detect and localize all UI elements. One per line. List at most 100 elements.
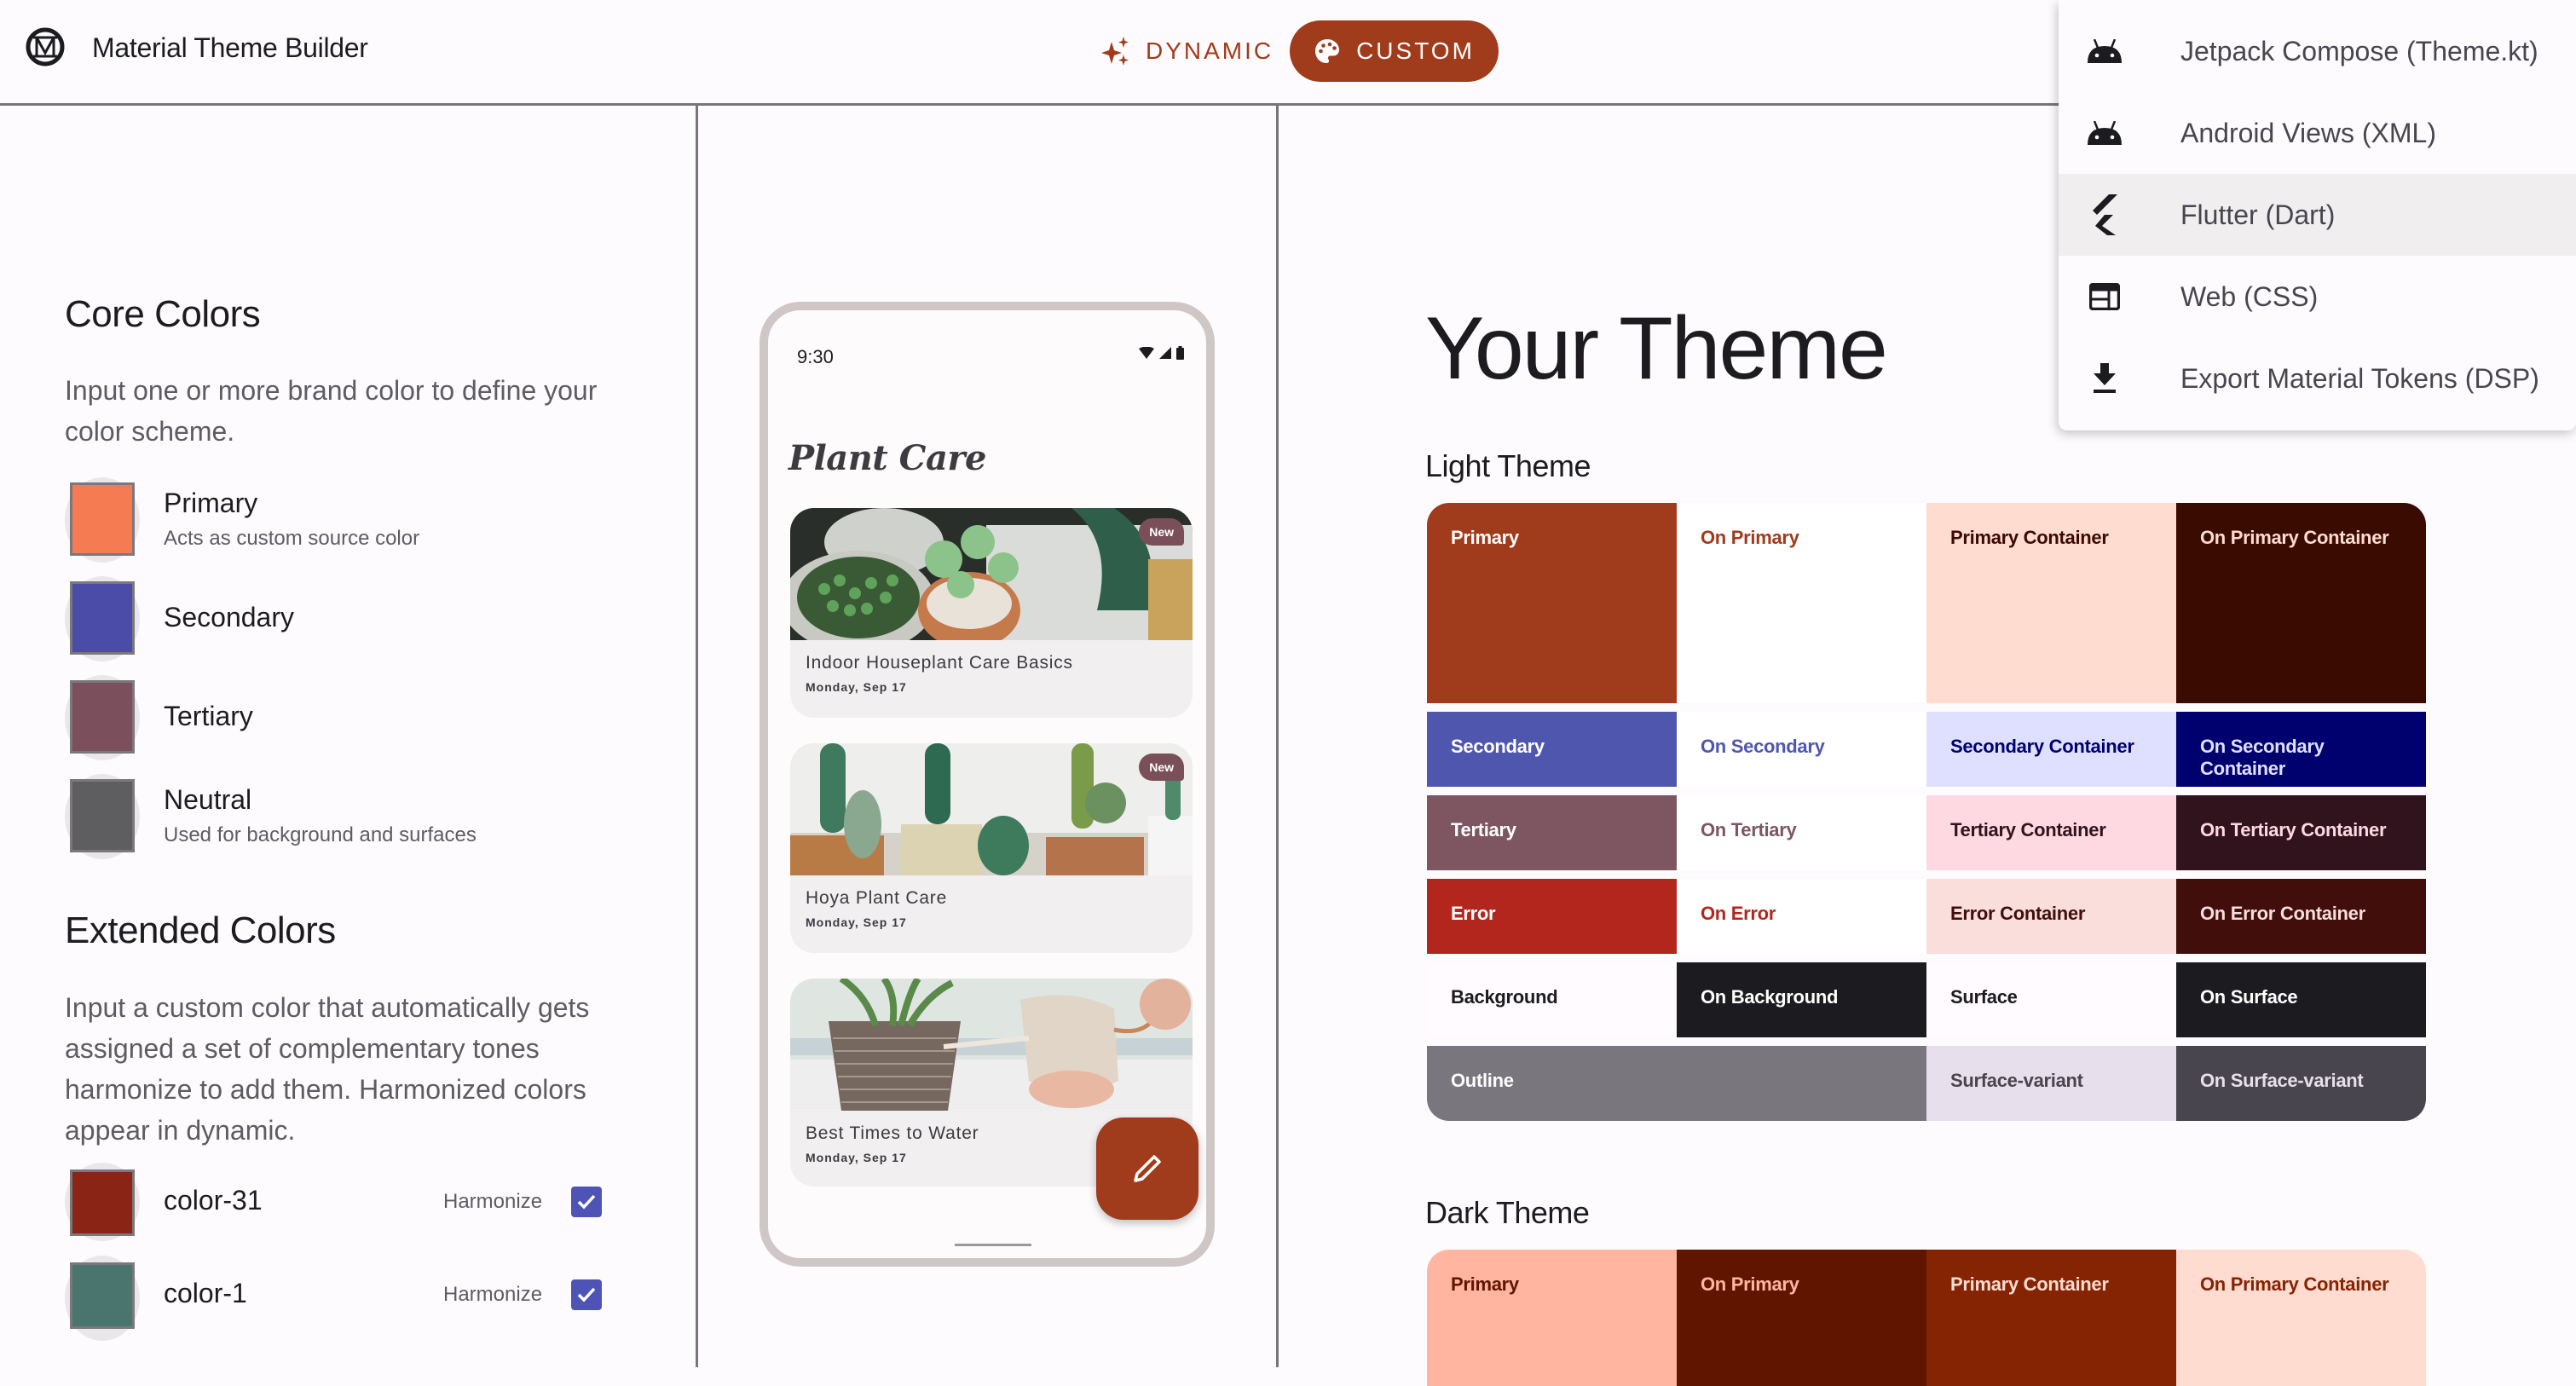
harmonize-checkbox[interactable] [571,1187,602,1217]
harmonize-checkbox[interactable] [571,1279,602,1310]
panel-divider-left [696,106,698,1367]
color-tile-surface[interactable]: Surface [1926,962,2176,1037]
plant-care-title: Plant Care [788,438,986,478]
tertiary-color-swatch[interactable] [70,680,135,754]
battery-icon [1176,346,1184,360]
color-tile-error[interactable]: Error [1427,879,1677,954]
color-tile-surface-variant[interactable]: Surface-variant [1926,1046,2176,1121]
color-tile-outline[interactable]: Outline [1427,1046,1926,1121]
color-tile-primary[interactable]: Primary [1427,503,1677,703]
menu-item-label: Android Views (XML) [2180,117,2436,148]
download-icon [2084,358,2125,399]
menu-item-android-views[interactable]: Android Views (XML) [2059,92,2576,174]
status-time: 9:30 [797,346,834,367]
new-badge: New [1139,518,1184,546]
status-icons [1139,346,1184,360]
core-color-row-primary[interactable]: Primary Acts as custom source color [65,477,627,563]
color-tile-on-primary-container[interactable]: On Primary Container [2176,1250,2426,1386]
extended-colors-description: Input a custom color that automatically … [65,992,590,1146]
dynamic-mode-button[interactable]: DYNAMIC [1081,20,1294,82]
color-tile-secondary-container[interactable]: Secondary Container [1926,712,2176,787]
android-icon [2084,113,2125,153]
menu-item-flutter[interactable]: Flutter (Dart) [2059,174,2576,256]
harmonize-label: Harmonize [443,1283,543,1306]
gesture-home-bar [955,1244,1031,1246]
sparkle-icon [1101,37,1129,66]
article-card[interactable]: New Hoya Plant Care Monday, Sep 17 [790,743,1193,953]
menu-item-label: Export Material Tokens (DSP) [2180,362,2539,394]
cactus-image [790,743,1193,875]
core-color-row-tertiary[interactable]: Tertiary [65,675,627,760]
color-tile-background[interactable]: Background [1427,962,1677,1037]
color-tile-primary-container[interactable]: Primary Container [1926,503,2176,703]
card-title: Hoya Plant Care [806,888,948,908]
custom-mode-button[interactable]: CUSTOM [1290,20,1499,82]
color-name: color-1 [164,1278,247,1308]
signal-icon [1159,347,1171,359]
article-card[interactable]: New Indoor Houseplant Care Basics Monday… [790,508,1193,718]
color-tile-error-container[interactable]: Error Container [1926,879,2176,954]
color-tile-on-tertiary-container[interactable]: On Tertiary Container [2176,795,2426,870]
color-subtitle: Acts as custom source color [164,527,420,550]
export-menu: Jetpack Compose (Theme.kt) Android Views… [2059,0,2576,430]
color-tile-tertiary[interactable]: Tertiary [1427,795,1677,870]
color-tile-secondary[interactable]: Secondary [1427,712,1677,787]
light-theme-title: Light Theme [1425,448,1591,483]
web-icon [2084,276,2125,317]
menu-item-jetpack-compose[interactable]: Jetpack Compose (Theme.kt) [2059,10,2576,92]
color-tile-on-tertiary[interactable]: On Tertiary [1677,795,1926,870]
phone-preview: 9:30 Plant Care New Indoor Houseplant Ca… [760,302,1215,1267]
core-colors-title: Core Colors [65,293,261,335]
color-tile-primary-container[interactable]: Primary Container [1926,1250,2176,1386]
material-logo-icon[interactable] [26,27,65,66]
color-tile-on-primary[interactable]: On Primary [1677,1250,1926,1386]
card-date: Monday, Sep 17 [806,680,907,694]
core-color-row-secondary[interactable]: Secondary [65,576,627,661]
neutral-color-swatch[interactable] [70,779,135,852]
dark-theme-title: Dark Theme [1425,1195,1590,1230]
color-name: Primary [164,488,258,518]
card-title: Best Times to Water [806,1123,979,1143]
extended-color-swatch[interactable] [70,1169,135,1236]
color-tile-on-secondary[interactable]: On Secondary [1677,712,1926,787]
menu-item-label: Flutter (Dart) [2180,199,2336,230]
card-date: Monday, Sep 17 [806,1151,907,1164]
extended-color-row[interactable]: color-1 Harmonize [65,1256,627,1341]
color-tile-on-primary[interactable]: On Primary [1677,503,1926,703]
menu-item-label: Web (CSS) [2180,280,2319,312]
menu-item-export-tokens[interactable]: Export Material Tokens (DSP) [2059,338,2576,419]
core-colors-description: Input one or more brand color to define … [65,375,598,447]
color-tile-tertiary-container[interactable]: Tertiary Container [1926,795,2176,870]
your-theme-title: Your Theme [1425,299,1888,398]
app-title: Material Theme Builder [92,32,368,63]
color-tile-on-error[interactable]: On Error [1677,879,1926,954]
color-name: color-31 [164,1185,263,1216]
color-subtitle: Used for background and surfaces [164,823,477,846]
menu-item-web-css[interactable]: Web (CSS) [2059,256,2576,338]
color-tile-primary[interactable]: Primary [1427,1250,1677,1386]
color-tile-on-error-container[interactable]: On Error Container [2176,879,2426,954]
custom-label: CUSTOM [1356,38,1475,64]
extended-color-row[interactable]: color-31 Harmonize [65,1163,627,1241]
primary-color-swatch[interactable] [70,482,135,556]
new-badge: New [1139,754,1184,781]
color-tile-on-background[interactable]: On Background [1677,962,1926,1037]
extended-color-swatch[interactable] [70,1262,135,1329]
compose-fab[interactable] [1096,1117,1198,1220]
color-tile-on-surface[interactable]: On Surface [2176,962,2426,1037]
core-color-row-neutral[interactable]: Neutral Used for background and surfaces [65,774,627,859]
color-tile-on-primary-container[interactable]: On Primary Container [2176,503,2426,703]
card-date: Monday, Sep 17 [806,915,907,929]
edit-pencil-icon [1134,1155,1161,1182]
color-tile-on-secondary-container[interactable]: On Secondary Container [2176,712,2426,787]
secondary-color-swatch[interactable] [70,581,135,655]
extended-colors-title: Extended Colors [65,910,336,951]
color-tile-on-surface-variant[interactable]: On Surface-variant [2176,1046,2426,1121]
card-title: Indoor Houseplant Care Basics [806,653,1073,673]
color-name: Neutral [164,784,252,815]
watering-plant-image [790,979,1193,1111]
flutter-icon [2084,194,2125,235]
color-name: Tertiary [164,701,253,731]
harmonize-label: Harmonize [443,1190,543,1213]
wifi-icon [1139,347,1154,359]
